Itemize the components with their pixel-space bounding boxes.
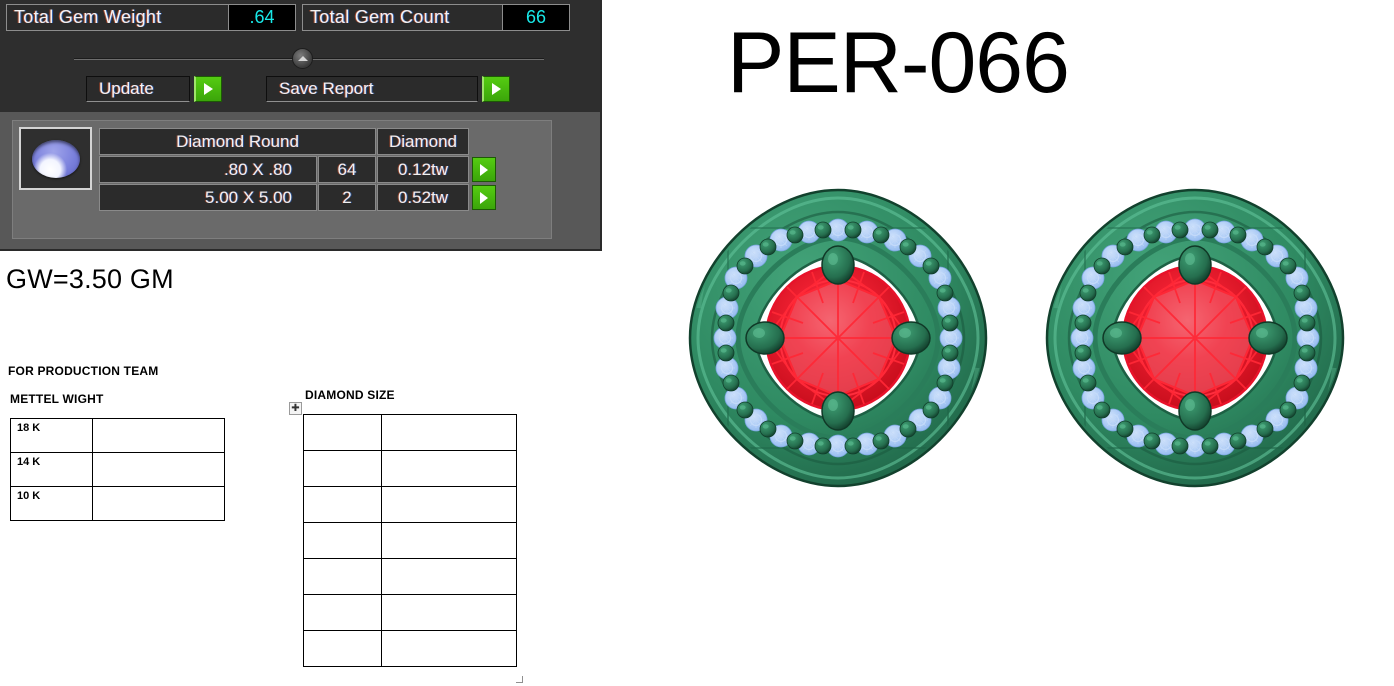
diamond-value-cell[interactable] xyxy=(381,522,517,559)
move-handle-icon[interactable]: ✚ xyxy=(289,402,302,415)
metal-value-cell[interactable] xyxy=(92,418,225,453)
gem-row-tw: 0.12tw xyxy=(377,156,469,183)
table-row[interactable]: 14 K xyxy=(10,452,225,487)
readout-row: Total Gem Weight .64 Total Gem Count 66 xyxy=(6,4,570,31)
earring-render-right xyxy=(1045,188,1345,488)
diamond-size-cell[interactable] xyxy=(303,486,382,523)
resize-handle-icon[interactable] xyxy=(516,676,523,683)
play-arrow-glyph xyxy=(204,83,213,95)
earring-render-left xyxy=(688,188,988,488)
row-play-arrow-icon[interactable] xyxy=(472,157,496,182)
table-row[interactable]: 5.00 X 5.00 2 0.52tw xyxy=(99,184,496,211)
gross-weight-text: GW=3.50 GM xyxy=(6,264,174,294)
center-stone xyxy=(764,264,912,412)
diamond-size-heading: DIAMOND SIZE xyxy=(305,388,395,402)
metal-value-cell[interactable] xyxy=(92,486,225,521)
gemstone-glyph xyxy=(31,139,80,178)
table-row[interactable] xyxy=(303,630,517,667)
chevron-up-icon[interactable] xyxy=(292,48,313,69)
diamond-value-cell[interactable] xyxy=(381,486,517,523)
total-gem-count-readout: Total Gem Count 66 xyxy=(302,4,570,31)
gemstone-icon[interactable] xyxy=(19,127,92,190)
total-gem-count-label: Total Gem Count xyxy=(303,5,503,30)
diamond-size-cell[interactable] xyxy=(303,594,382,631)
play-arrow-glyph xyxy=(480,191,488,204)
update-button[interactable]: Update xyxy=(86,76,222,102)
gem-row-action-cell xyxy=(470,184,496,211)
metal-value-cell[interactable] xyxy=(92,452,225,487)
table-row[interactable] xyxy=(303,414,517,451)
diamond-size-table[interactable] xyxy=(303,414,517,667)
diamond-size-cell[interactable] xyxy=(303,414,382,451)
diamond-size-cell[interactable] xyxy=(303,558,382,595)
gem-row-size: 5.00 X 5.00 xyxy=(99,184,317,211)
gem-row-action-cell xyxy=(470,156,496,183)
production-team-heading: FOR PRODUCTION TEAM xyxy=(8,364,159,378)
table-row[interactable] xyxy=(303,450,517,487)
save-report-play-arrow-icon[interactable] xyxy=(482,76,510,102)
table-row[interactable]: .80 X .80 64 0.12tw xyxy=(99,156,496,183)
diamond-value-cell[interactable] xyxy=(381,450,517,487)
diamond-size-cell[interactable] xyxy=(303,522,382,559)
diamond-value-cell[interactable] xyxy=(381,594,517,631)
diamond-value-cell[interactable] xyxy=(381,630,517,667)
table-row[interactable] xyxy=(303,486,517,523)
diamond-size-cell[interactable] xyxy=(303,630,382,667)
save-report-button-label: Save Report xyxy=(266,76,478,102)
total-gem-count-value: 66 xyxy=(503,5,569,30)
gem-col-header-type: Diamond xyxy=(377,128,469,155)
gem-table-header-row: Diamond Round Diamond xyxy=(99,128,496,155)
table-row[interactable]: 10 K xyxy=(10,486,225,521)
table-row[interactable] xyxy=(303,522,517,559)
metal-karat-cell: 18 K xyxy=(10,418,93,453)
page-root: Total Gem Weight .64 Total Gem Count 66 … xyxy=(0,0,1394,686)
save-report-button[interactable]: Save Report xyxy=(266,76,510,102)
panel-actions: Update Save Report xyxy=(86,76,510,102)
gem-panel-header: Total Gem Weight .64 Total Gem Count 66 … xyxy=(0,0,600,112)
metal-weight-heading: METTEL WIGHT xyxy=(10,392,104,406)
gem-table: Diamond Round Diamond .80 X .80 64 0.12t… xyxy=(98,127,497,212)
diamond-value-cell[interactable] xyxy=(381,558,517,595)
gem-row-tw: 0.52tw xyxy=(377,184,469,211)
update-button-label: Update xyxy=(86,76,190,102)
table-row[interactable] xyxy=(303,594,517,631)
play-arrow-glyph xyxy=(492,83,501,95)
diamond-size-cell[interactable] xyxy=(303,450,382,487)
metal-weight-table[interactable]: 18 K 14 K 10 K xyxy=(10,418,225,521)
metal-karat-cell: 10 K xyxy=(10,486,93,521)
gem-row-size: .80 X .80 xyxy=(99,156,317,183)
total-gem-weight-label: Total Gem Weight xyxy=(7,5,229,30)
update-play-arrow-icon[interactable] xyxy=(194,76,222,102)
row-play-arrow-icon[interactable] xyxy=(472,185,496,210)
table-row[interactable] xyxy=(303,558,517,595)
gem-row-count: 2 xyxy=(318,184,376,211)
gem-row-count: 64 xyxy=(318,156,376,183)
gem-table-container: Diamond Round Diamond .80 X .80 64 0.12t… xyxy=(12,120,552,239)
gem-col-header-shape: Diamond Round xyxy=(99,128,376,155)
chevron-up-glyph xyxy=(297,56,308,61)
table-row[interactable]: 18 K xyxy=(10,418,225,453)
total-gem-weight-value: .64 xyxy=(229,5,295,30)
page-title: PER-066 xyxy=(727,15,1070,111)
metal-karat-cell: 14 K xyxy=(10,452,93,487)
total-gem-weight-readout: Total Gem Weight .64 xyxy=(6,4,296,31)
gem-header-spacer xyxy=(470,128,496,155)
center-stone xyxy=(1121,264,1269,412)
play-arrow-glyph xyxy=(480,163,488,176)
gem-report-panel: Total Gem Weight .64 Total Gem Count 66 … xyxy=(0,0,602,251)
panel-divider xyxy=(74,48,544,69)
diamond-value-cell[interactable] xyxy=(381,414,517,451)
